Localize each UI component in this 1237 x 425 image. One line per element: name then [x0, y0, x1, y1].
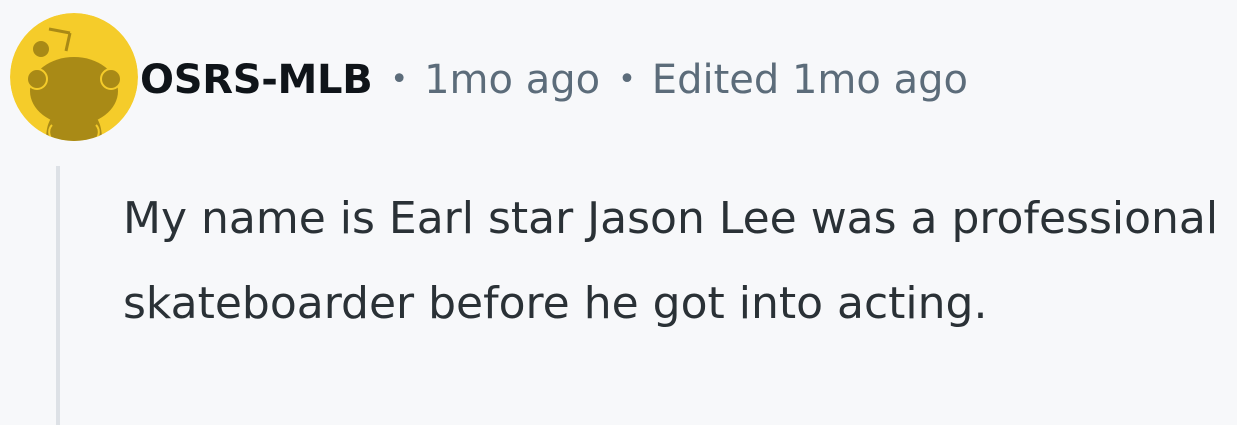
meta-separator: • [390, 61, 409, 97]
meta-separator-2: • [618, 61, 636, 97]
edited-label: Edited 1mo ago [651, 57, 968, 103]
user-avatar[interactable] [10, 13, 138, 141]
username-link[interactable]: OSRS-MLB [140, 57, 373, 103]
timestamp[interactable]: 1mo ago [424, 57, 600, 103]
comment: OSRS-MLB • 1mo ago • Edited 1mo ago My n… [0, 0, 1237, 425]
comment-body: My name is Earl star Jason Lee was a pro… [123, 193, 1219, 329]
thread-line[interactable] [56, 166, 60, 425]
comment-meta: OSRS-MLB • 1mo ago • Edited 1mo ago [140, 50, 968, 110]
snoo-avatar-icon [10, 13, 138, 141]
